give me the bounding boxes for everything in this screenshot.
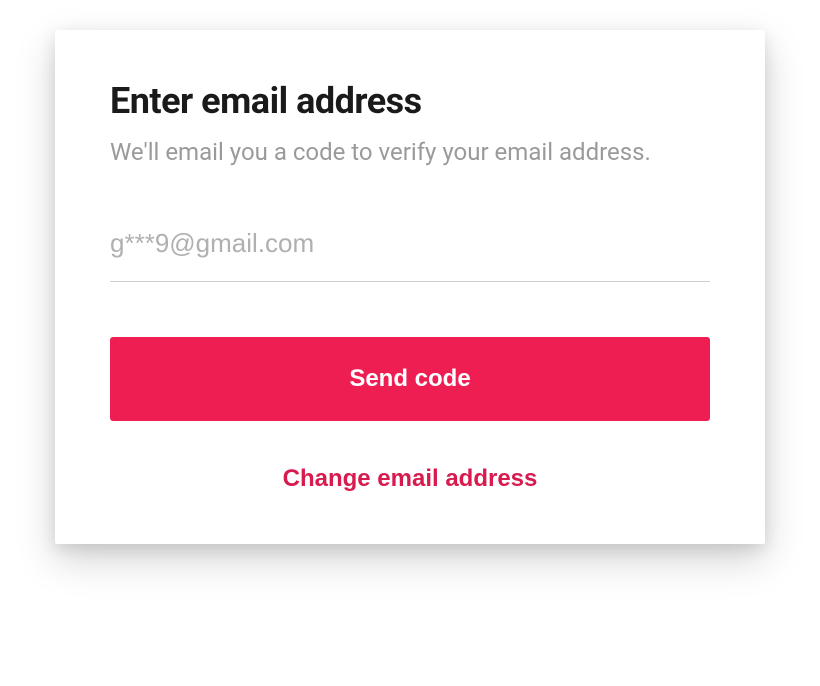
page-subtitle: We'll email you a code to verify your em…: [110, 136, 670, 168]
email-input[interactable]: [110, 228, 710, 282]
change-email-link[interactable]: Change email address: [110, 459, 710, 499]
email-verification-card: Enter email address We'll email you a co…: [55, 30, 765, 544]
page-title: Enter email address: [110, 80, 710, 122]
send-code-button[interactable]: Send code: [110, 337, 710, 421]
